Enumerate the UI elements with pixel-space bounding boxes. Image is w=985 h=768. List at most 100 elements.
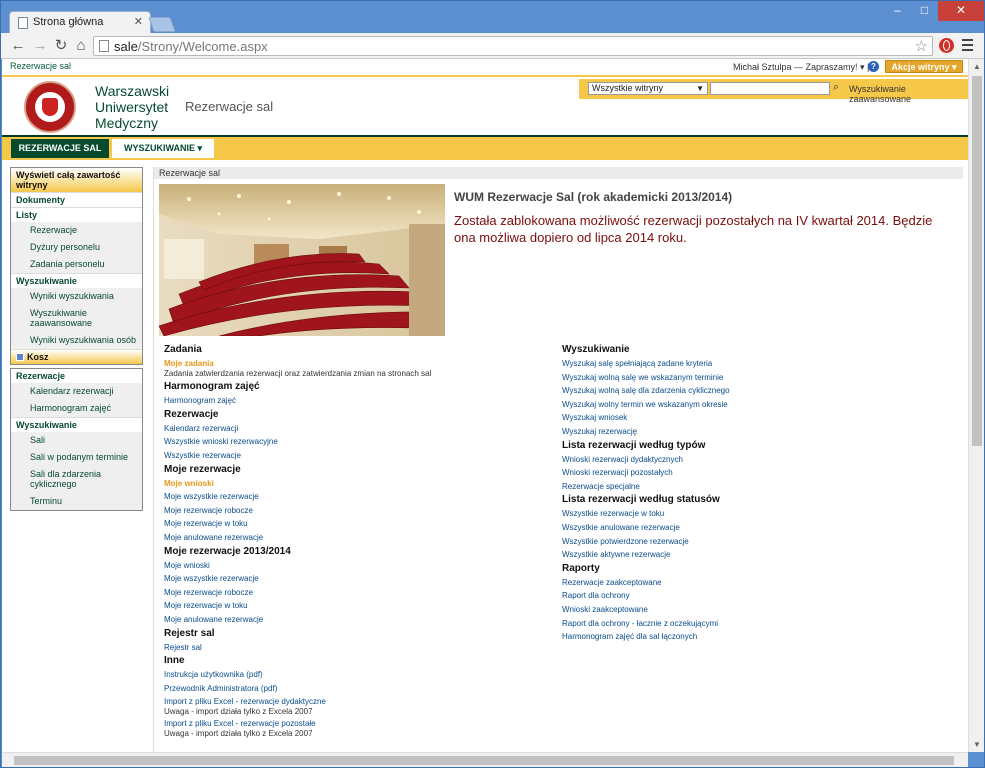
site-name[interactable]: Warszawski Uniwersytet Medyczny: [95, 83, 185, 131]
lists-link[interactable]: Listy: [11, 207, 142, 222]
sidebar-item-rooms-date[interactable]: Sali w podanym terminie: [11, 449, 142, 466]
list-link[interactable]: Wszystkie rezerwacje: [164, 449, 554, 463]
section-heading: Moje rezerwacje: [164, 463, 241, 475]
import-link[interactable]: Import z pliku Excel - rezerwacje dydakt…: [164, 697, 554, 717]
list-link[interactable]: Moje wszystkie rezerwacje: [164, 572, 554, 586]
trash-link[interactable]: Kosz: [11, 349, 142, 364]
sidebar-item-advanced-search[interactable]: Wyszukiwanie zaawansowane: [11, 305, 142, 332]
scroll-up-icon[interactable]: ▲: [973, 62, 981, 71]
sidebar-item-rooms-cyclic[interactable]: Sali dla zdarzenia cyklicznego: [11, 466, 142, 493]
help-icon[interactable]: ?: [868, 61, 879, 72]
university-logo[interactable]: [24, 81, 76, 133]
list-link[interactable]: Wszystkie aktywne rezerwacje: [562, 548, 957, 562]
browser-tab[interactable]: Strona główna ✕: [9, 11, 151, 33]
scroll-down-icon[interactable]: ▼: [973, 740, 981, 749]
opera-extension-icon[interactable]: [939, 38, 954, 53]
list-link[interactable]: Moje wnioski: [164, 559, 554, 573]
nav-tab-home[interactable]: REZERWACJE SAL: [11, 139, 109, 158]
vertical-scroll-thumb[interactable]: [972, 76, 982, 446]
window-controls: – □ ✕: [884, 1, 984, 21]
list-link[interactable]: Moje rezerwacje robocze: [164, 504, 554, 518]
horizontal-scroll-thumb[interactable]: [14, 756, 954, 765]
list-link[interactable]: Wszystkie anulowane rezerwacje: [562, 521, 957, 535]
list-link[interactable]: Rezerwacje specjalne: [562, 480, 957, 494]
url-path: /Strony/Welcome.aspx: [137, 39, 268, 54]
chevron-down-icon: ▼: [696, 84, 704, 93]
documents-link[interactable]: Dokumenty: [11, 192, 142, 207]
search-icon[interactable]: ⌕: [833, 81, 839, 94]
page-title: WUM Rezerwacje Sal (rok akademicki 2013/…: [454, 190, 733, 204]
sidebar-item-rezerwacje[interactable]: Rezerwacje: [11, 222, 142, 239]
list-link[interactable]: Instrukcja użytkownika (pdf): [164, 668, 554, 682]
list-link[interactable]: Harmonogram zajęć: [164, 394, 554, 408]
list-link[interactable]: Wyszukaj salę spełniającą zadane kryteri…: [562, 357, 957, 371]
sidebar-item-rooms[interactable]: Sali: [11, 432, 142, 449]
user-menu[interactable]: Michał Sztulpa — Zapraszamy! ▾ |: [733, 62, 869, 73]
list-link[interactable]: Moje rezerwacje w toku: [164, 599, 554, 613]
sidebar-item-term[interactable]: Terminu: [11, 493, 142, 510]
list-link[interactable]: Moje anulowane rezerwacje: [164, 613, 554, 627]
tasks-description: Zadania zatwierdzania rezerwacji oraz za…: [164, 368, 432, 378]
reload-icon[interactable]: ↻: [52, 37, 70, 55]
search-section-link[interactable]: Wyszukiwanie: [11, 273, 142, 288]
list-link[interactable]: Wyszukaj wolny termin we wskazanym okres…: [562, 398, 957, 412]
list-link[interactable]: Wyszukaj rezerwację: [562, 425, 957, 439]
top-breadcrumb[interactable]: Rezerwacje sal: [10, 61, 71, 71]
bookmark-star-icon[interactable]: ☆: [915, 37, 928, 55]
list-link[interactable]: Moje anulowane rezerwacje: [164, 531, 554, 545]
import-link[interactable]: Import z pliku Excel - rezerwacje pozost…: [164, 719, 554, 739]
list-link[interactable]: Wyszukaj wolną salę dla zdarzenia cyklic…: [562, 384, 957, 398]
import-link-label: Import z pliku Excel - rezerwacje pozost…: [164, 719, 316, 729]
sidebar-item-calendar[interactable]: Kalendarz rezerwacji: [11, 383, 142, 400]
forward-icon[interactable]: →: [31, 37, 49, 55]
list-link[interactable]: Wyszukaj wniosek: [562, 411, 957, 425]
list-link[interactable]: Wnioski rezerwacji dydaktycznych: [562, 453, 957, 467]
list-link[interactable]: Raport dla ochrony - łacznie z oczekując…: [562, 617, 957, 631]
back-icon[interactable]: ←: [9, 37, 27, 55]
address-bar[interactable]: sale/Strony/Welcome.aspx ☆: [93, 36, 933, 56]
vertical-scrollbar[interactable]: ▲ ▼: [968, 59, 984, 752]
list-link[interactable]: Moje wszystkie rezerwacje: [164, 490, 554, 504]
right-link-column: Wyszukiwanie Wyszukaj salę spełniającą z…: [562, 343, 957, 644]
close-window-icon[interactable]: ✕: [938, 1, 984, 21]
list-link[interactable]: Przewodnik Administratora (pdf): [164, 682, 554, 696]
list-link[interactable]: Moje rezerwacje w toku: [164, 517, 554, 531]
notice-text: Została zablokowana możliwość rezerwacji…: [454, 213, 933, 245]
list-link[interactable]: Rezerwacje zaakceptowane: [562, 576, 957, 590]
close-tab-icon[interactable]: ✕: [134, 15, 143, 28]
list-link[interactable]: Wnioski rezerwacji pozostałych: [562, 466, 957, 480]
list-link[interactable]: Wyszukaj wolną salę we wskazanym termini…: [562, 371, 957, 385]
search-section-2[interactable]: Wyszukiwanie: [11, 417, 142, 432]
list-link[interactable]: Moje rezerwacje robocze: [164, 586, 554, 600]
menu-icon[interactable]: [962, 39, 973, 54]
sidebar-item-people-results[interactable]: Wyniki wyszukiwania osób: [11, 332, 142, 349]
search-scope-select[interactable]: Wszystkie witryny ▼: [588, 82, 708, 95]
maximize-icon[interactable]: □: [911, 1, 938, 21]
my-requests-link[interactable]: Moje wnioski: [164, 477, 554, 491]
new-tab-button[interactable]: [148, 17, 176, 32]
advanced-search-link[interactable]: Wyszukiwanie zaawansowane: [849, 84, 968, 104]
horizontal-scrollbar[interactable]: [2, 752, 968, 767]
sidebar-item-search-results[interactable]: Wyniki wyszukiwania: [11, 288, 142, 305]
list-link[interactable]: Wszystkie wnioski rezerwacyjne: [164, 435, 554, 449]
list-link[interactable]: Wszystkie rezerwacje w toku: [562, 507, 957, 521]
sidebar-item-zadania[interactable]: Zadania personelu: [11, 256, 142, 273]
search-input[interactable]: [710, 82, 830, 95]
nav-tab-search[interactable]: WYSZUKIWANIE ▾: [112, 139, 214, 158]
browser-window: Strona główna ✕ – □ ✕ ← → ↻ ⌂ sale/Stron…: [0, 0, 985, 768]
reservations-section[interactable]: Rezerwacje: [11, 369, 142, 383]
main-breadcrumb[interactable]: Rezerwacje sal: [154, 167, 963, 179]
site-actions-button[interactable]: Akcje witryny ▾: [885, 60, 963, 73]
home-icon[interactable]: ⌂: [72, 37, 90, 55]
list-link[interactable]: Wnioski zaakceptowane: [562, 603, 957, 617]
list-link[interactable]: Raport dla ochrony: [562, 589, 957, 603]
list-link[interactable]: Harmonogram zajęć dla sal łączonych: [562, 630, 957, 644]
sidebar-item-schedule[interactable]: Harmonogram zajęć: [11, 400, 142, 417]
page-icon: [18, 17, 28, 29]
view-all-content-link[interactable]: Wyświetl całą zawartość witryny: [11, 168, 142, 192]
sidebar-item-dyzury[interactable]: Dyżury personelu: [11, 239, 142, 256]
list-link[interactable]: Wszystkie potwierdzone rezerwacje: [562, 535, 957, 549]
list-link[interactable]: Kalendarz rezerwacji: [164, 422, 554, 436]
list-link[interactable]: Rejestr sal: [164, 641, 554, 655]
minimize-icon[interactable]: –: [884, 1, 911, 21]
